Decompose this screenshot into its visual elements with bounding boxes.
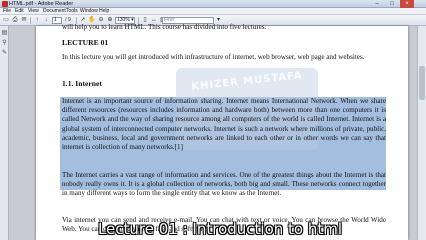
previous-page-icon[interactable]: ↑ xyxy=(33,17,41,24)
maximize-button[interactable]: □ xyxy=(385,0,399,8)
pages-icon[interactable]: ▤ xyxy=(1,30,8,37)
section-heading: 1.1. Internet xyxy=(62,79,102,88)
document-page: KHIZER MUSTAFA will help you to learn HT… xyxy=(36,23,408,240)
page-number-value: 1 xyxy=(54,17,57,23)
adobe-reader-icon xyxy=(2,1,8,7)
title-bar: HTML.pdf - Adobe Reader – □ × xyxy=(0,0,426,8)
internet-paragraph: Internet is an important source of infor… xyxy=(62,97,386,152)
open-icon[interactable]: ▭ xyxy=(2,17,10,24)
email-icon[interactable]: ✉ xyxy=(20,17,28,24)
menu-file[interactable]: File xyxy=(3,8,11,15)
toolbar-separator xyxy=(30,17,31,24)
print-icon[interactable]: ⎙ xyxy=(11,17,19,24)
menu-tools[interactable]: Tools xyxy=(66,8,78,15)
range-paragraph: The Internet carries a vast range of inf… xyxy=(62,171,386,198)
menu-view[interactable]: View xyxy=(28,8,39,15)
menu-document[interactable]: Document xyxy=(43,8,66,15)
watermark-name: KHIZER MUSTAFA xyxy=(190,70,304,93)
intro-line: will help you to learn HTML. This course… xyxy=(62,23,267,31)
lecture-intro: In this lecture you will get introduced … xyxy=(62,53,365,61)
menu-bar: File Edit View Document Tools Window Hel… xyxy=(0,8,426,15)
scrollbar-thumb[interactable] xyxy=(419,66,425,100)
close-button[interactable]: × xyxy=(400,0,414,8)
next-page-icon[interactable]: ↓ xyxy=(42,17,50,24)
page-number-input[interactable]: 1 xyxy=(52,17,62,24)
navigation-pane: ▤ ⚲ ✎ xyxy=(0,26,9,240)
vertical-scrollbar[interactable] xyxy=(417,26,426,240)
lecture-heading: LECTURE 01 xyxy=(62,38,109,47)
menu-help[interactable]: Help xyxy=(99,8,109,15)
minimize-button[interactable]: – xyxy=(370,0,384,8)
menu-window[interactable]: Window xyxy=(80,8,98,15)
menu-edit[interactable]: Edit xyxy=(15,8,24,15)
video-caption: Lecture 01 : Introduction to html xyxy=(97,220,343,238)
window-title: HTML.pdf - Adobe Reader xyxy=(9,1,74,7)
signatures-icon[interactable]: ✎ xyxy=(1,50,8,57)
attachments-icon[interactable]: ⚲ xyxy=(1,40,8,47)
